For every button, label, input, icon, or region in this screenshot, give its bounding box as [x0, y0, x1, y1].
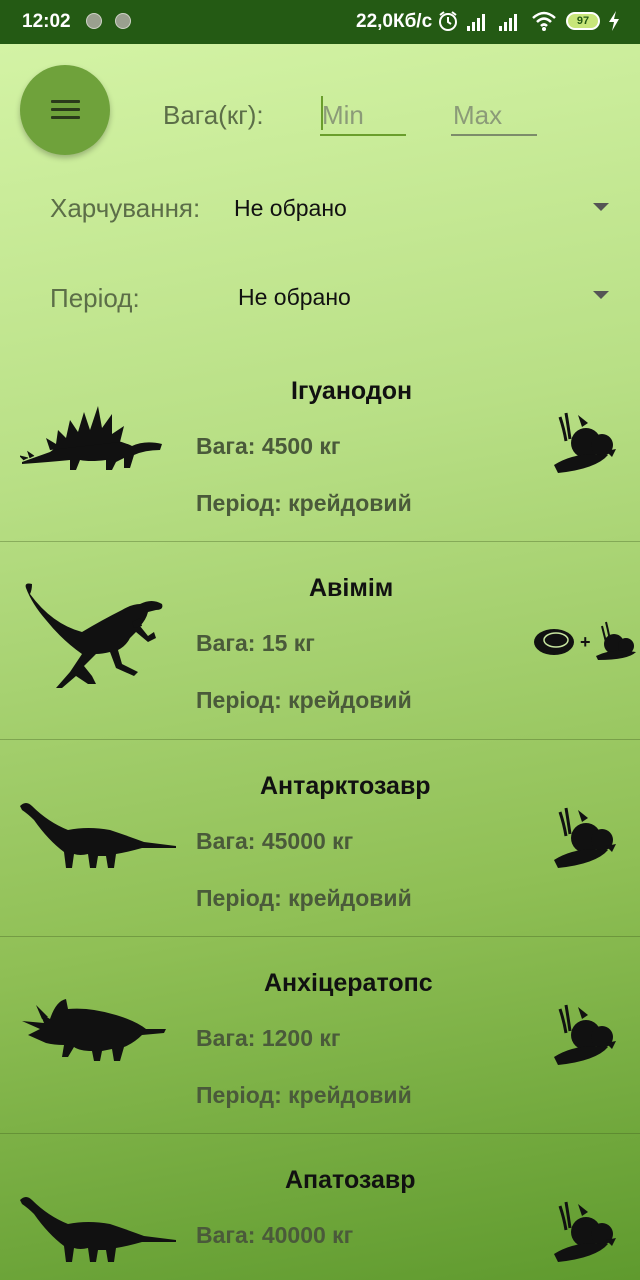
- diet-label: Харчування:: [50, 193, 201, 223]
- charging-icon: [609, 11, 619, 31]
- dinosaur-weight: Вага: 1200 кг: [196, 1025, 341, 1051]
- list-item[interactable]: Авімім Вага: 15 кг Період: крейдовий +: [0, 542, 640, 740]
- dinosaur-name: Антарктозавр: [260, 772, 431, 800]
- list-item[interactable]: Ігуанодон Вага: 4500 кг Період: крейдови…: [0, 345, 640, 542]
- min-weight-input[interactable]: [320, 96, 406, 136]
- dinosaur-name: Ігуанодон: [291, 377, 413, 405]
- dinosaur-weight: Вага: 4500 кг: [196, 433, 341, 459]
- dinosaur-period: Період: крейдовий: [196, 885, 412, 911]
- plants-icon: [554, 1004, 616, 1065]
- list-item[interactable]: Антарктозавр Вага: 45000 кг Період: крей…: [0, 740, 640, 937]
- plants-icon: [554, 1201, 616, 1262]
- period-select[interactable]: Не обрано: [238, 284, 351, 311]
- period-label: Період:: [50, 283, 140, 313]
- battery-icon: 97: [566, 12, 600, 30]
- dinosaur-weight: Вага: 15 кг: [196, 630, 315, 656]
- list-item[interactable]: Апатозавр Вага: 40000 кг: [0, 1134, 640, 1280]
- max-weight-input[interactable]: [451, 96, 537, 136]
- wifi-icon: [532, 11, 556, 31]
- alarm-icon: [439, 11, 457, 31]
- plants-icon: [554, 412, 616, 473]
- status-time: 12:02: [22, 11, 71, 32]
- notification-icon: [86, 13, 102, 29]
- network-speed: 22,0Кб/с: [356, 11, 433, 32]
- dropdown-arrow-icon[interactable]: [593, 203, 609, 211]
- weight-label: Вага(кг):: [163, 100, 264, 130]
- diet-select[interactable]: Не обрано: [234, 195, 347, 222]
- triceratops-icon: [22, 999, 166, 1061]
- svg-text:+: +: [580, 632, 591, 652]
- dinosaur-name: Анхіцератопс: [264, 969, 433, 997]
- notification-icon: [115, 13, 131, 29]
- menu-icon-bar: [51, 108, 80, 111]
- sauropod-icon: [20, 803, 176, 868]
- dinosaur-name: Апатозавр: [285, 1166, 416, 1194]
- dinosaur-name: Авімім: [309, 574, 394, 602]
- signal-icon: [467, 14, 485, 31]
- plants-icon: [554, 807, 616, 868]
- meat-plus-plants-icon: +: [534, 621, 636, 660]
- menu-button[interactable]: [20, 65, 110, 155]
- dinosaur-period: Період: крейдовий: [196, 490, 412, 516]
- sauropod-icon: [20, 1197, 176, 1262]
- dinosaur-weight: Вага: 40000 кг: [196, 1222, 354, 1248]
- menu-icon: [51, 100, 80, 103]
- status-bar: 12:02 22,0Кб/с 97: [0, 0, 640, 44]
- raptor-icon: [25, 583, 163, 688]
- dinosaur-period: Період: крейдовий: [196, 687, 412, 713]
- dinosaur-weight: Вага: 45000 кг: [196, 828, 354, 854]
- list-item[interactable]: Анхіцератопс Вага: 1200 кг Період: крейд…: [0, 937, 640, 1134]
- signal-icon: [499, 14, 517, 31]
- menu-icon-bar: [51, 116, 80, 119]
- text-cursor: [321, 96, 323, 130]
- stegosaurus-icon: [20, 406, 162, 470]
- dinosaur-period: Період: крейдовий: [196, 1082, 412, 1108]
- dropdown-arrow-icon[interactable]: [593, 291, 609, 299]
